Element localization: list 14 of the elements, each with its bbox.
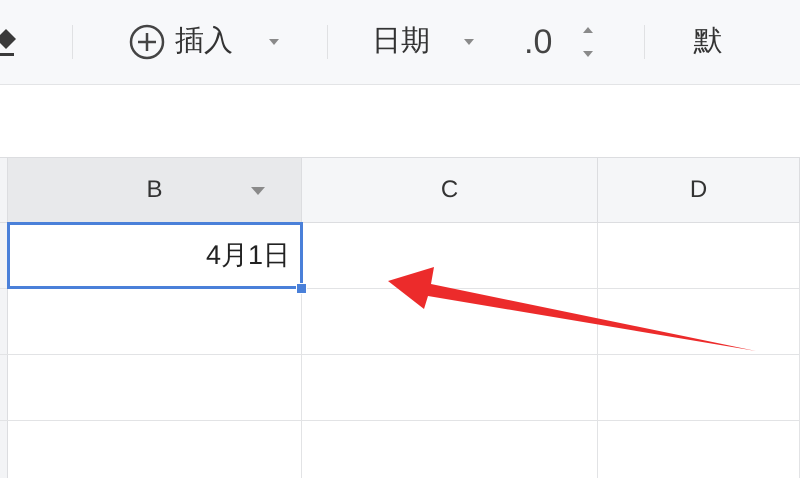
caret-icon — [464, 39, 474, 45]
column-header[interactable]: D — [598, 158, 800, 222]
caret-icon — [269, 39, 279, 45]
format-dropdown[interactable]: 日期 — [372, 20, 474, 64]
font-dropdown[interactable]: 默 — [693, 20, 722, 64]
spinner-arrows-icon — [582, 27, 594, 57]
plus-circle-icon — [129, 24, 165, 60]
column-header[interactable]: C — [302, 158, 598, 222]
selected-cell[interactable]: 4月1日 — [8, 223, 302, 288]
insert-button[interactable]: 插入 — [125, 20, 283, 64]
decimal-spinner[interactable]: .0 — [524, 16, 594, 68]
filter-caret-icon[interactable] — [251, 187, 265, 195]
column-header[interactable]: B — [8, 158, 302, 222]
fill-handle[interactable] — [296, 283, 307, 294]
